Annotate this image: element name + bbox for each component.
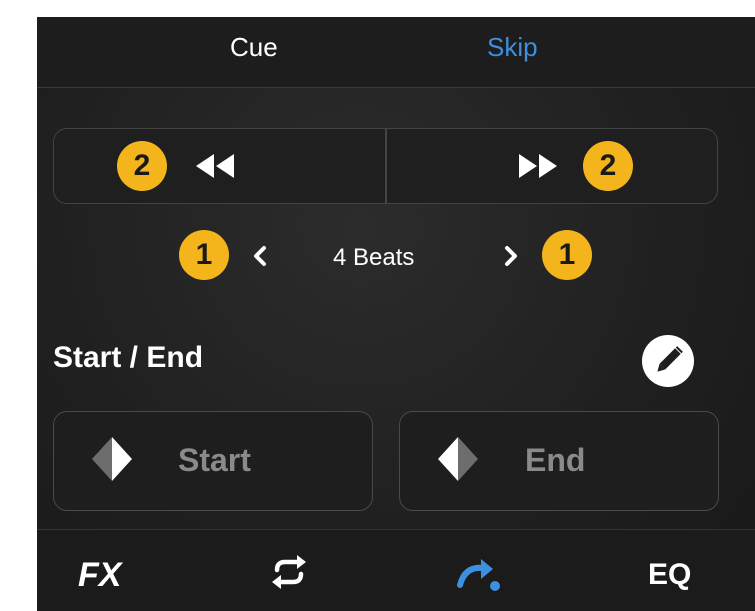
beat-size-label: 4 Beats <box>333 244 415 271</box>
edit-button[interactable] <box>642 335 694 387</box>
start-label: Start <box>178 442 251 478</box>
section-title: Start / End <box>53 341 204 374</box>
beat-size-selector: 1 4 Beats 1 <box>37 227 755 283</box>
step-badge: 1 <box>542 230 592 280</box>
step-badge: 2 <box>583 141 633 191</box>
end-point-button[interactable]: End <box>399 411 719 511</box>
diamond-half-icon <box>438 437 478 481</box>
app-panel: Cue Skip 2 2 1 4 Beats 1 Start / End Sta… <box>37 17 755 611</box>
chevron-right-icon[interactable] <box>503 245 519 267</box>
chevron-left-icon[interactable] <box>252 245 268 267</box>
step-badge: 2 <box>117 141 167 191</box>
start-point-button[interactable]: Start <box>53 411 373 511</box>
tab-skip[interactable]: Skip <box>487 32 538 63</box>
diamond-half-icon <box>92 437 132 481</box>
seek-control: 2 2 <box>53 128 718 204</box>
step-badge: 1 <box>179 230 229 280</box>
fast-forward-icon <box>519 154 557 178</box>
end-label: End <box>525 442 586 478</box>
rewind-icon <box>196 154 234 178</box>
seek-back-button[interactable]: 2 <box>54 129 385 203</box>
tab-bar: Cue Skip <box>37 17 755 88</box>
fx-button[interactable]: FX <box>78 556 121 595</box>
loop-icon[interactable] <box>269 552 309 592</box>
tab-cue[interactable]: Cue <box>230 32 278 63</box>
skip-arrow-icon[interactable] <box>455 552 503 594</box>
seek-forward-button[interactable]: 2 <box>387 129 718 203</box>
pencil-icon <box>657 346 683 372</box>
bottom-toolbar: FX EQ <box>37 529 755 611</box>
eq-button[interactable]: EQ <box>648 558 691 592</box>
